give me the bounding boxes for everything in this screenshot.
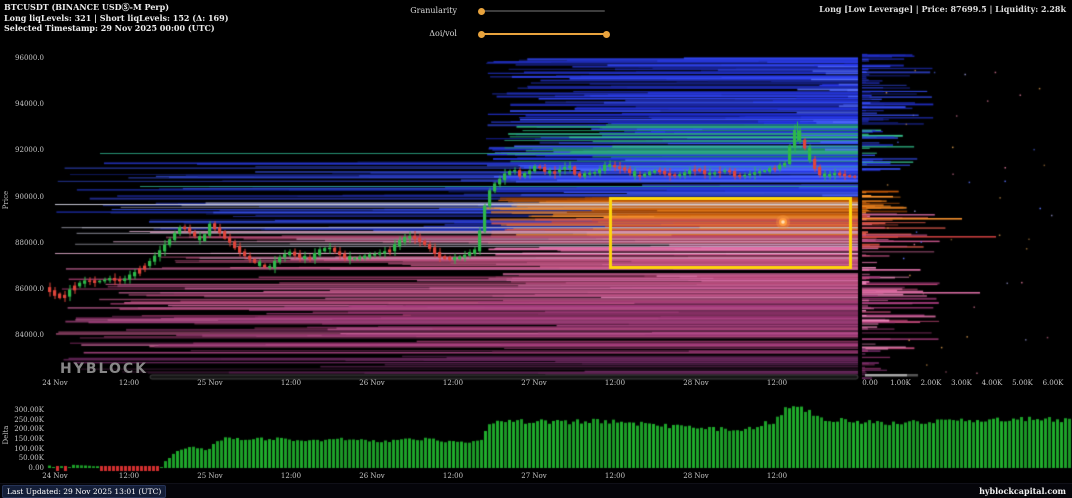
hyblock-watermark: HYBLOCK	[60, 361, 148, 377]
footer-bar: Last Updated: 29 Nov 2025 13:01 (UTC) hy…	[0, 483, 1072, 498]
delta-time-tick: 12:00	[280, 472, 302, 480]
liq-levels-summary: Long liqLevels: 321 | Short liqLevels: 1…	[4, 12, 229, 23]
delta-tick: 150.00K	[14, 435, 44, 443]
delta-tick: 100.00K	[14, 444, 44, 453]
liquidity-tick: 5.00K	[1012, 379, 1033, 387]
time-tick: 12:00	[280, 379, 302, 387]
delta-tick: 250.00K	[14, 415, 44, 424]
price-tick: 92000.0	[15, 146, 44, 155]
delta-time-tick: 25 Nov	[197, 472, 223, 480]
granularity-slider-track[interactable]	[482, 10, 605, 12]
price-tick: 86000.0	[15, 285, 44, 293]
time-tick: 26 Nov	[359, 379, 385, 387]
price-tick: 94000.0	[15, 100, 44, 109]
delta-time-tick: 24 Nov	[42, 472, 68, 480]
oi-vol-slider-label: Δoi/vol	[429, 29, 457, 38]
delta-time-tick: 12:00	[118, 472, 140, 480]
oi-vol-slider-handle-max[interactable]	[603, 30, 610, 38]
delta-time-tick: 26 Nov	[359, 472, 385, 480]
time-tick: 27 Nov	[521, 379, 547, 387]
delta-tick: 200.00K	[14, 425, 44, 434]
liquidation-heatmap-canvas[interactable]	[0, 0, 1072, 498]
delta-time-tick: 27 Nov	[521, 472, 547, 480]
delta-time-tick: 12:00	[766, 472, 788, 480]
time-tick: 12:00	[766, 379, 788, 387]
symbol-title: BTCUSDT (BINANCE USDⓈ-M Perp)	[4, 2, 170, 12]
liquidity-tick: 3.00K	[951, 379, 972, 387]
granularity-slider-handle[interactable]	[478, 7, 485, 15]
time-tick: 25 Nov	[197, 379, 223, 387]
delta-tick: 0.00	[28, 464, 44, 472]
liquidity-tick: 2.00K	[920, 379, 942, 387]
liquidity-tick: 0.00	[862, 379, 878, 387]
delta-time-tick: 28 Nov	[683, 472, 709, 480]
liquidity-tick: 4.00K	[981, 379, 1003, 387]
oi-vol-slider-track[interactable]	[482, 33, 607, 35]
time-tick: 28 Nov	[683, 379, 709, 387]
liquidity-tick: 1.00K	[890, 379, 911, 387]
time-tick: 12:00	[442, 379, 464, 387]
price-tick: 88000.0	[15, 238, 44, 247]
price-tick: 90000.0	[15, 192, 44, 201]
hover-status: Long [Low Leverage] | Price: 87699.5 | L…	[819, 4, 1066, 14]
hyblock-liquidation-heatmap-app: BTCUSDT (BINANCE USDⓈ-M Perp) Long liqLe…	[0, 0, 1072, 498]
delta-tick: 50.00K	[18, 454, 44, 463]
granularity-slider-label: Granularity	[410, 6, 457, 15]
delta-time-tick: 12:00	[442, 472, 464, 480]
selected-timestamp: Selected Timestamp: 29 Nov 2025 00:00 (U…	[4, 23, 215, 33]
chart-info-block: BTCUSDT (BINANCE USDⓈ-M Perp) Long liqLe…	[4, 2, 228, 34]
oi-vol-slider-handle-min[interactable]	[478, 30, 485, 38]
time-tick: 12:00	[118, 379, 140, 387]
price-tick: 96000.0	[15, 54, 44, 62]
delta-tick: 300.00K	[14, 406, 44, 414]
time-tick: 12:00	[604, 379, 626, 387]
last-updated-badge: Last Updated: 29 Nov 2025 13:01 (UTC)	[2, 485, 167, 498]
delta-time-tick: 12:00	[604, 472, 626, 480]
time-tick: 24 Nov	[42, 379, 68, 387]
site-link[interactable]: hyblockcapital.com	[979, 486, 1066, 496]
liquidity-tick: 6.00K	[1042, 379, 1064, 387]
price-tick: 84000.0	[15, 331, 44, 340]
